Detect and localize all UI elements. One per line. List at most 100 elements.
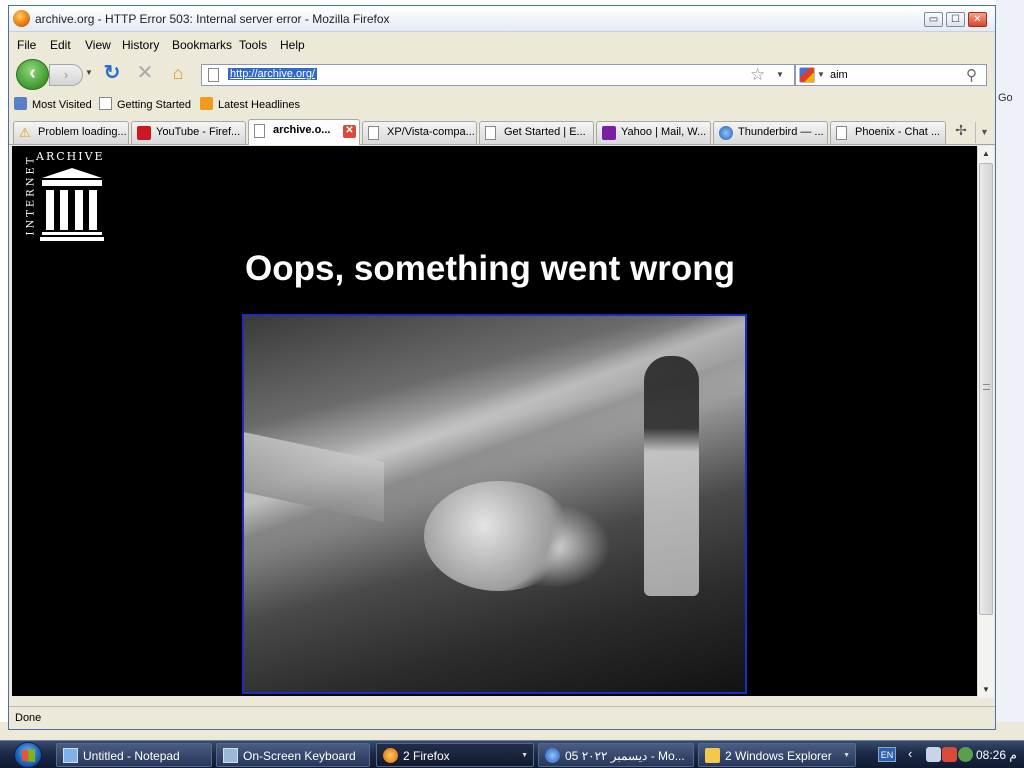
rss-icon xyxy=(200,97,213,110)
thunderbird-icon xyxy=(545,748,560,763)
firefox-icon xyxy=(13,10,30,27)
google-icon[interactable] xyxy=(799,67,815,83)
start-button[interactable] xyxy=(14,742,42,768)
engine-dropdown-icon[interactable]: ▼ xyxy=(817,70,825,79)
scroll-down-icon[interactable]: ▼ xyxy=(978,682,994,698)
forward-button[interactable]: › xyxy=(49,64,83,86)
logo-archive-text: ARCHIVE xyxy=(36,150,105,163)
tab-get-started[interactable]: Get Started | E... xyxy=(479,121,594,144)
tab-label: YouTube - Firef... xyxy=(156,126,241,138)
archive-building-icon xyxy=(40,168,104,241)
bookmark-label: Getting Started xyxy=(117,99,191,111)
menu-tools[interactable]: Tools xyxy=(239,38,267,52)
menu-help[interactable]: Help xyxy=(280,38,305,52)
address-bar[interactable]: http://archive.org/ ☆ ▼ xyxy=(201,64,795,86)
page-content: INTERNET ARCHIVE Oops, something went wr… xyxy=(12,146,977,696)
tab-close-icon[interactable]: ✕ xyxy=(343,125,356,138)
search-input[interactable]: aim xyxy=(830,69,848,81)
vertical-scrollbar[interactable]: ▲ ▼ xyxy=(977,146,994,698)
keyboard-icon xyxy=(223,748,238,763)
window-title: archive.org - HTTP Error 503: Internal s… xyxy=(35,12,390,26)
photo-machine-wheel xyxy=(424,481,574,591)
tab-phoenix[interactable]: Phoenix - Chat ... xyxy=(830,121,946,144)
maximize-button[interactable]: ☐ xyxy=(946,12,965,27)
search-bar[interactable]: ▼ aim ⚲ xyxy=(795,64,987,86)
bookmark-getting-started[interactable]: Getting Started xyxy=(99,97,191,111)
menu-edit[interactable]: Edit xyxy=(50,38,71,52)
tab-label: Get Started | E... xyxy=(504,126,586,138)
menu-view[interactable]: View xyxy=(85,38,111,52)
history-dropdown-icon[interactable]: ▼ xyxy=(85,68,93,77)
tray-icons xyxy=(924,747,976,763)
menu-file[interactable]: File xyxy=(17,38,36,52)
error-heading: Oops, something went wrong xyxy=(245,249,735,288)
bookmarks-toolbar: Most Visited Getting Started Latest Head… xyxy=(9,95,995,115)
navigation-toolbar: ‹ › ▼ ↻ ✕ ⌂ http://archive.org/ ☆ ▼ ▼ ai… xyxy=(9,56,995,92)
task-label: On-Screen Keyboard xyxy=(243,749,356,763)
photo-worker-figure xyxy=(644,356,699,596)
tab-archive[interactable]: archive.o... ✕ xyxy=(248,119,360,145)
page-icon xyxy=(368,126,379,140)
security-icon[interactable] xyxy=(942,747,957,762)
thunderbird-icon xyxy=(719,126,733,140)
task-label: 05 ديسمبر ٢٠٢٢ - Mo... xyxy=(565,749,685,763)
task-on-screen-keyboard[interactable]: On-Screen Keyboard xyxy=(216,743,370,767)
stop-button[interactable]: ✕ xyxy=(134,62,156,84)
task-thunderbird[interactable]: 05 ديسمبر ٢٠٢٢ - Mo... xyxy=(538,743,694,767)
tab-youtube[interactable]: YouTube - Firef... xyxy=(131,121,246,144)
tab-label: Phoenix - Chat ... xyxy=(855,126,940,138)
tab-label: archive.o... xyxy=(273,124,331,136)
yahoo-icon xyxy=(602,126,616,140)
windows-flag-icon xyxy=(22,749,35,762)
menu-bookmarks[interactable]: Bookmarks xyxy=(172,38,232,52)
reload-button[interactable]: ↻ xyxy=(101,62,123,84)
tab-strip: ⚠ Problem loading... YouTube - Firef... … xyxy=(9,119,995,145)
minimize-button[interactable]: ▭ xyxy=(924,12,943,27)
bookmark-most-visited[interactable]: Most Visited xyxy=(14,97,92,111)
tab-yahoo[interactable]: Yahoo | Mail, W... xyxy=(596,121,711,144)
tab-list-dropdown-icon[interactable]: ▼ xyxy=(975,122,993,143)
new-tab-icon[interactable]: ✢ xyxy=(950,122,972,143)
firefox-window: archive.org - HTTP Error 503: Internal s… xyxy=(8,5,996,730)
task-notepad[interactable]: Untitled - Notepad xyxy=(56,743,212,767)
system-tray: EN ‹ 08:26 م xyxy=(872,743,1024,767)
folder-icon xyxy=(705,748,720,763)
close-button[interactable]: ✕ xyxy=(968,12,987,27)
scroll-up-icon[interactable]: ▲ xyxy=(978,146,994,162)
clock[interactable]: 08:26 م xyxy=(976,748,1017,762)
network-icon[interactable] xyxy=(926,747,941,762)
error-photo xyxy=(242,314,747,694)
tab-label: Thunderbird — ... xyxy=(738,126,824,138)
scrollbar-grip-icon xyxy=(983,384,990,390)
search-magnifier-icon[interactable]: ⚲ xyxy=(966,66,977,84)
scrollbar-thumb[interactable] xyxy=(979,163,993,615)
firefox-icon xyxy=(383,748,398,763)
task-group-dropdown-icon[interactable]: ▼ xyxy=(843,752,850,759)
taskbar: Untitled - Notepad On-Screen Keyboard 2 … xyxy=(0,740,1024,768)
volume-icon[interactable] xyxy=(958,747,973,762)
internet-archive-logo[interactable]: INTERNET ARCHIVE xyxy=(16,150,112,242)
bookmark-latest-headlines[interactable]: Latest Headlines xyxy=(200,97,300,111)
tab-xp-vista[interactable]: XP/Vista-compa... xyxy=(362,121,477,144)
task-windows-explorer[interactable]: 2 Windows Explorer ▼ xyxy=(698,743,856,767)
back-button[interactable]: ‹ xyxy=(16,59,49,90)
address-url[interactable]: http://archive.org/ xyxy=(228,68,317,80)
url-dropdown-icon[interactable]: ▼ xyxy=(776,70,784,79)
menu-history[interactable]: History xyxy=(122,38,159,52)
task-firefox[interactable]: 2 Firefox ▼ xyxy=(376,743,534,767)
tab-label: XP/Vista-compa... xyxy=(387,126,475,138)
title-bar[interactable]: archive.org - HTTP Error 503: Internal s… xyxy=(9,6,995,32)
task-label: 2 Windows Explorer xyxy=(725,749,832,763)
task-label: Untitled - Notepad xyxy=(83,749,180,763)
task-group-dropdown-icon[interactable]: ▼ xyxy=(521,752,528,759)
bookmark-label: Latest Headlines xyxy=(218,99,300,111)
bookmark-star-icon[interactable]: ☆ xyxy=(750,65,765,85)
tab-label: Yahoo | Mail, W... xyxy=(621,126,707,138)
language-indicator[interactable]: EN xyxy=(878,747,896,762)
home-button[interactable]: ⌂ xyxy=(167,62,189,84)
tab-thunderbird[interactable]: Thunderbird — ... xyxy=(713,121,828,144)
tray-expand-icon[interactable]: ‹ xyxy=(908,746,912,761)
page-icon xyxy=(836,126,847,140)
photo-machine-table xyxy=(244,430,384,522)
tab-problem-loading[interactable]: ⚠ Problem loading... xyxy=(13,121,129,144)
